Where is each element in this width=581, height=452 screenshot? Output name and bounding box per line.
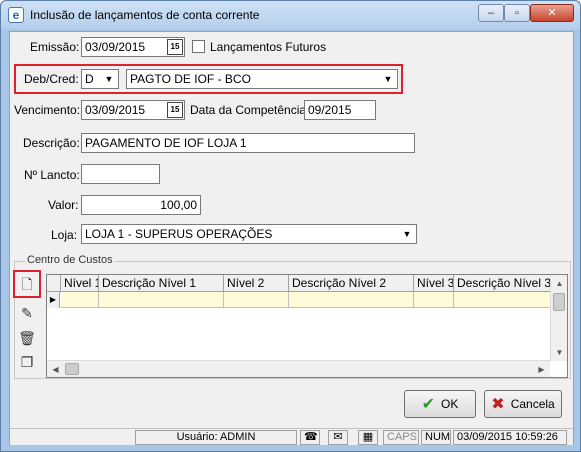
- dialog-client-area: Emissão: 03/09/2015 15 Lançamentos Futur…: [9, 31, 574, 445]
- maximize-button[interactable]: ▫: [504, 4, 530, 22]
- cancel-label: Cancela: [510, 397, 555, 411]
- chevron-down-icon[interactable]: ▼: [101, 71, 117, 87]
- scroll-down-icon[interactable]: ▼: [551, 344, 568, 361]
- column-header[interactable]: Nível 3: [414, 275, 454, 292]
- descricao-label: Descrição:: [23, 136, 80, 150]
- table-cell[interactable]: [414, 292, 454, 308]
- row-indicator-icon: ▶: [47, 292, 60, 308]
- status-datetime: 03/09/2015 10:59:26: [453, 430, 567, 445]
- minimize-button[interactable]: –: [478, 4, 504, 22]
- table-cell[interactable]: [289, 292, 414, 308]
- trash-icon[interactable]: 🗑: [16, 327, 38, 349]
- scroll-left-icon[interactable]: ◀: [47, 361, 64, 378]
- valor-label: Valor:: [48, 198, 79, 212]
- scroll-thumb[interactable]: [553, 293, 565, 311]
- app-icon: e: [8, 7, 24, 23]
- scroll-thumb[interactable]: [65, 363, 79, 375]
- table-cell[interactable]: [454, 292, 550, 308]
- new-document-icon[interactable]: 🗋: [16, 273, 38, 295]
- table-row[interactable]: ▶: [47, 292, 550, 308]
- emissao-date-field[interactable]: 03/09/2015 15: [81, 37, 185, 57]
- loja-label: Loja:: [51, 228, 78, 242]
- calculator-icon[interactable]: ▦: [358, 430, 378, 445]
- grid-header: Nível 1 Descrição Nível 1 Nível 2 Descri…: [47, 275, 550, 292]
- table-cell[interactable]: [224, 292, 289, 308]
- deb-cred-label: Deb/Cred:: [24, 72, 79, 86]
- status-user: Usuário: ADMIN: [135, 430, 297, 445]
- emissao-value: 03/09/2015: [85, 40, 146, 54]
- column-header[interactable]: Descrição Nível 1: [99, 275, 224, 292]
- centro-custos-title: Centro de Custos: [25, 254, 115, 266]
- close-icon: ✖: [491, 395, 505, 413]
- vencimento-label: Vencimento:: [14, 103, 81, 117]
- lancamentos-futuros-checkbox[interactable]: [192, 40, 205, 53]
- dialog-window: e Inclusão de lançamentos de conta corre…: [0, 0, 581, 452]
- column-header[interactable]: Nível 1: [61, 275, 99, 292]
- phone-icon[interactable]: ☎: [300, 430, 320, 445]
- copy-icon[interactable]: ❐: [16, 351, 38, 373]
- caps-indicator: CAPS: [383, 430, 419, 445]
- calendar-icon[interactable]: 15: [167, 39, 183, 55]
- competencia-field[interactable]: 09/2015: [304, 100, 376, 120]
- check-icon: ✔: [421, 395, 436, 413]
- deb-cred-description-select[interactable]: PAGTO DE IOF - BCO ▼: [126, 69, 398, 89]
- descricao-field[interactable]: PAGAMENTO DE IOF LOJA 1: [81, 133, 415, 153]
- edit-icon[interactable]: ✎: [16, 302, 38, 324]
- grid-corner: [47, 275, 61, 292]
- vencimento-value: 03/09/2015: [85, 103, 146, 117]
- chevron-down-icon[interactable]: ▼: [380, 71, 396, 87]
- scroll-right-icon[interactable]: ▶: [533, 361, 550, 378]
- ok-label: OK: [441, 397, 459, 411]
- lancto-label: Nº Lancto:: [24, 168, 80, 182]
- num-indicator: NUM: [421, 430, 451, 445]
- lancto-field[interactable]: [81, 164, 160, 184]
- status-bar: Usuário: ADMIN ☎ ✉ ▦ CAPS NUM 03/09/2015…: [10, 428, 573, 445]
- column-header[interactable]: Descrição Nível 3: [454, 275, 550, 292]
- table-cell[interactable]: [61, 292, 99, 308]
- close-button[interactable]: ✕: [530, 4, 574, 22]
- emissao-label: Emissão:: [30, 40, 80, 54]
- scroll-up-icon[interactable]: ▲: [551, 275, 568, 292]
- chevron-down-icon[interactable]: ▼: [399, 226, 415, 242]
- column-header[interactable]: Descrição Nível 2: [289, 275, 414, 292]
- calendar-icon[interactable]: 15: [167, 102, 183, 118]
- window-title: Inclusão de lançamentos de conta corrent…: [30, 8, 260, 22]
- loja-select[interactable]: LOJA 1 - SUPERUS OPERAÇÕES ▼: [81, 224, 417, 244]
- vencimento-date-field[interactable]: 03/09/2015 15: [81, 100, 185, 120]
- table-cell[interactable]: [99, 292, 224, 308]
- deb-cred-type-value: D: [85, 72, 94, 86]
- vertical-scrollbar[interactable]: ▲ ▼: [550, 275, 567, 361]
- lancamentos-futuros-label: Lançamentos Futuros: [210, 40, 327, 54]
- ok-button[interactable]: ✔ OK: [404, 390, 476, 418]
- deb-cred-type-select[interactable]: D ▼: [81, 69, 119, 89]
- competencia-label: Data da Competência:: [190, 103, 310, 117]
- deb-cred-description-value: PAGTO DE IOF - BCO: [130, 72, 251, 86]
- centro-custos-grid[interactable]: Nível 1 Descrição Nível 1 Nível 2 Descri…: [46, 274, 568, 378]
- column-header[interactable]: Nível 2: [224, 275, 289, 292]
- valor-field[interactable]: 100,00: [81, 195, 201, 215]
- title-bar[interactable]: e Inclusão de lançamentos de conta corre…: [1, 1, 580, 29]
- mail-icon[interactable]: ✉: [328, 430, 348, 445]
- horizontal-scrollbar[interactable]: ◀ ▶: [47, 360, 550, 377]
- cancel-button[interactable]: ✖ Cancela: [484, 390, 562, 418]
- loja-value: LOJA 1 - SUPERUS OPERAÇÕES: [85, 227, 273, 241]
